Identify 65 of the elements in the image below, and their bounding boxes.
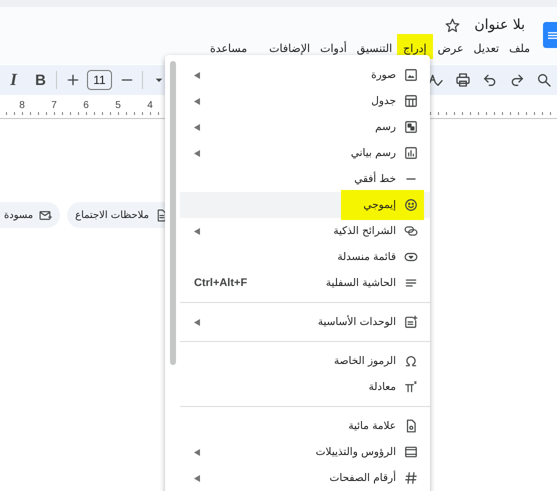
menu-item[interactable]: علامة مائية: [180, 413, 430, 439]
menu-item-label: إيموجي: [363, 199, 396, 211]
document-icon: [154, 208, 168, 222]
menu-item[interactable]: أرقام الصفحات: [180, 465, 430, 491]
star-icon[interactable]: [445, 18, 460, 32]
ruler-number: 6: [82, 99, 90, 113]
drawing-icon: [404, 120, 418, 134]
menu-item-label: خط أفقي: [354, 173, 396, 185]
menu-item-label: الرموز الخاصة: [334, 355, 396, 367]
menu-item[interactable]: صورة: [180, 62, 430, 88]
dropdown-icon: [404, 250, 418, 264]
image-icon: [404, 68, 418, 82]
menu-item-label: الرؤوس والتذييلات: [316, 446, 396, 458]
ruler-number: 4: [146, 99, 154, 113]
menu-item-label: الوحدات الأساسية: [318, 316, 396, 328]
menu-item-label: أرقام الصفحات: [330, 472, 396, 484]
menu-bar-item[interactable]: التنسيق: [352, 38, 398, 59]
menu-bar-item[interactable]: ملف: [504, 38, 535, 59]
scrollbar[interactable]: [170, 61, 176, 365]
bold-button[interactable]: B: [27, 67, 54, 93]
menu-item-label: معادلة: [368, 381, 396, 393]
smart-chips-icon: [404, 224, 418, 238]
document-title[interactable]: بلا عنوان: [474, 17, 525, 33]
ruler-number: 5: [114, 99, 122, 113]
menu-item-label: صورة: [371, 69, 396, 81]
email-icon: [39, 208, 52, 222]
menu-item-label: الشرائح الذكية: [333, 225, 396, 237]
menu-item[interactable]: رسم بياني: [180, 140, 430, 166]
docs-logo-icon[interactable]: [543, 22, 557, 48]
menu-item-label: رسم: [375, 121, 396, 133]
menu-item[interactable]: إيموجي: [180, 192, 430, 218]
header-footer-icon: [404, 445, 418, 459]
menu-item[interactable]: الرموز الخاصة: [180, 348, 430, 374]
font-size-field[interactable]: 11: [87, 70, 112, 90]
menu-item[interactable]: رسم: [180, 114, 430, 140]
watermark-icon: [404, 419, 418, 433]
menu-item[interactable]: الوحدات الأساسية: [180, 309, 430, 335]
template-chip[interactable]: مسودة: [0, 202, 60, 228]
table-icon: [404, 94, 418, 108]
menu-item[interactable]: الرؤوس والتذييلات: [180, 439, 430, 465]
hash-icon: [404, 471, 418, 485]
menu-item-label: رسم بياني: [350, 147, 396, 159]
building-blocks-icon: [404, 315, 418, 329]
pi-icon: [404, 380, 418, 394]
menu-bar-item[interactable]: تعديل: [468, 38, 504, 59]
menu-item[interactable]: معادلة: [180, 374, 430, 400]
ruler-number: 7: [50, 99, 58, 113]
emoji-icon: [404, 198, 418, 212]
menu-bar-item[interactable]: مساعدة: [204, 38, 252, 59]
ruler-number: 8: [18, 99, 26, 113]
menu-item[interactable]: قائمة منسدلة: [180, 244, 430, 270]
shortcut-text: Ctrl+Alt+F: [194, 277, 248, 289]
menu-bar-item[interactable]: أدوات: [315, 38, 352, 59]
menu-item-label: علامة مائية: [348, 420, 396, 432]
menu-bar-item[interactable]: عرض: [432, 38, 469, 59]
menu-item[interactable]: خط أفقي: [180, 166, 430, 192]
italic-button[interactable]: I: [0, 67, 27, 93]
menu-item[interactable]: الشرائح الذكية: [180, 218, 430, 244]
menu-item-label: جدول: [371, 95, 396, 107]
bar-chart-icon: [404, 146, 418, 160]
menu-bar-item[interactable]: الإضافات: [264, 38, 316, 59]
omega-icon: [404, 354, 418, 368]
menu-item[interactable]: جدول: [180, 88, 430, 114]
menu-item-label: الحاشية السفلية: [326, 277, 396, 289]
menu-item-label: قائمة منسدلة: [337, 251, 396, 263]
